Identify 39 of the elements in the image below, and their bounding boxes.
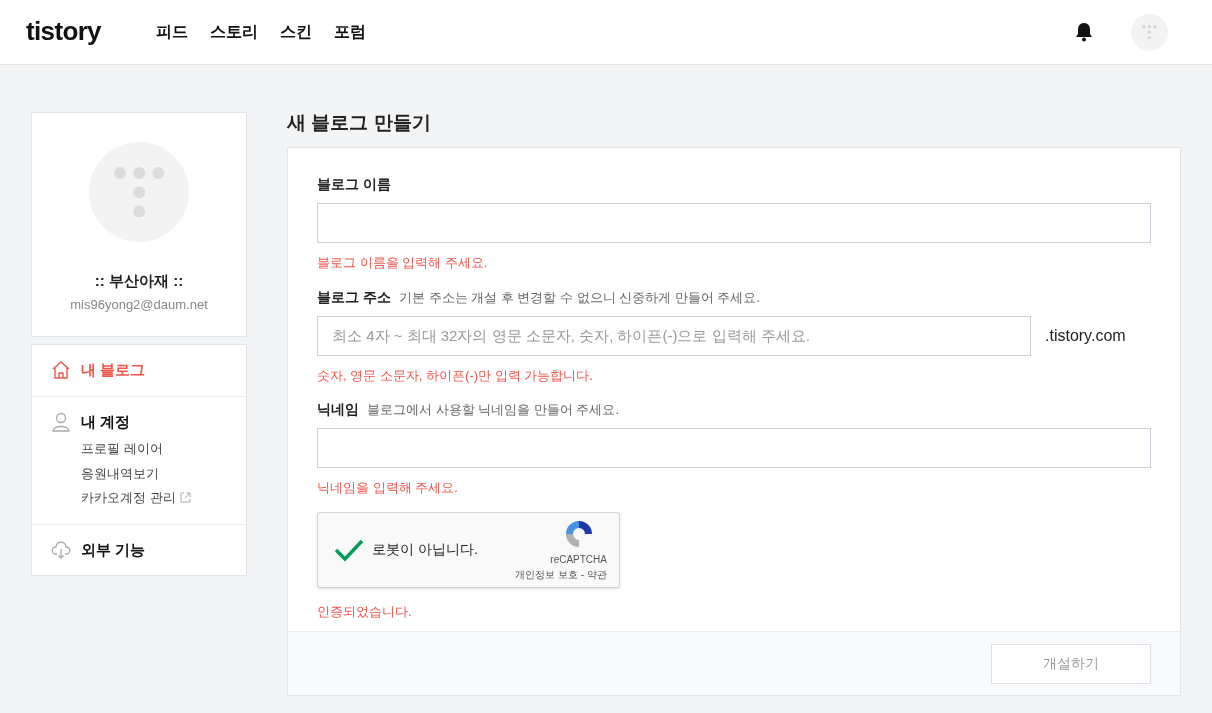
error-message: 블로그 이름을 입력해 주세요. [317, 254, 489, 272]
sidebar-subitem[interactable]: 카카오계정 관리 [81, 488, 176, 508]
avatar[interactable] [1131, 13, 1168, 51]
captcha-message: 인증되었습니다. [317, 602, 413, 621]
text-field[interactable]: 최소 4자 ~ 최대 32자의 영문 소문자, 숫자, 하이픈(-)으로 입력해 주세요. [317, 315, 1031, 356]
sidebar-subitem[interactable]: 프로필 레이어 [81, 439, 163, 459]
page-title: 새 블로그 만들기 [287, 111, 432, 135]
text-field[interactable] [317, 428, 1151, 468]
nav-link[interactable]: 스킨 [279, 20, 312, 44]
error-message: 닉네임을 입력해 주세요. [317, 479, 459, 497]
field-label: 블로그 이름 [317, 175, 391, 194]
profile-email: mis96yong2@daum.net [70, 295, 208, 314]
terms-link[interactable]: 약관 [587, 566, 607, 582]
nav-link[interactable]: 피드 [155, 20, 188, 44]
field-label: 닉네임 [317, 400, 359, 419]
field-label: 블로그 주소 [317, 287, 391, 307]
sidebar-item[interactable]: 내 계정 [51, 410, 227, 433]
privacy-link[interactable]: 개인정보 보호 [514, 566, 578, 582]
sidebar-subitem[interactable]: 응원내역보기 [81, 463, 159, 483]
tistory-dots-icon [1142, 24, 1157, 40]
recaptcha-brand: reCAPTCHA [550, 552, 607, 567]
error-message: 숫자, 영문 소문자, 하이픈(-)만 입력 가능합니다. [317, 366, 594, 385]
sidebar-item[interactable]: 외부 기능 [51, 538, 227, 561]
tistory-logo[interactable]: tistory [26, 17, 101, 47]
recaptcha-widget[interactable]: 로봇이 아닙니다. reCAPTCHA 개인정보 보호 - 약관 [317, 511, 620, 588]
nav-link[interactable]: 스토리 [209, 20, 258, 44]
home-icon [51, 360, 71, 381]
address-suffix: .tistory.com [1045, 325, 1126, 346]
field-hint: 블로그에서 사용할 닉네임을 만들어 주세요. [367, 401, 620, 419]
check-icon[interactable] [334, 537, 364, 562]
bell-icon[interactable] [1075, 22, 1093, 42]
user-icon [51, 411, 71, 432]
profile-name: :: 부산아재 :: [94, 271, 184, 291]
nav-link[interactable]: 포럼 [333, 20, 366, 44]
captcha-label: 로봇이 아닙니다. [372, 540, 478, 559]
separator: - [580, 567, 584, 582]
cloud-download-icon [51, 539, 71, 560]
field-hint: 기본 주소는 개설 후 변경할 수 없으니 신중하게 만들어 주세요. [398, 288, 760, 307]
text-field[interactable] [317, 203, 1151, 243]
